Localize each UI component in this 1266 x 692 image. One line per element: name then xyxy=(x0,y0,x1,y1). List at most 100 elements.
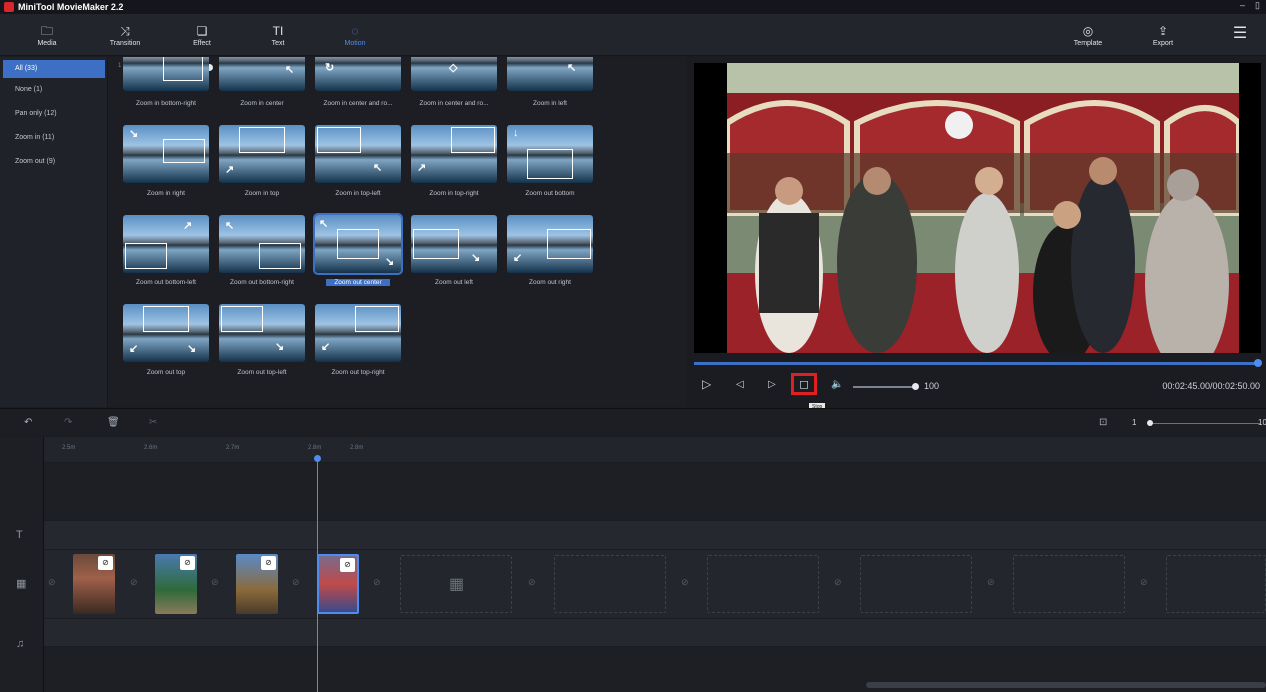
timeline-horizontal-scrollbar[interactable] xyxy=(866,682,1266,688)
minimize-button[interactable]: – xyxy=(1240,0,1245,11)
motion-thumb[interactable]: ↗ xyxy=(411,125,497,183)
motion-label: Zoom in top-left xyxy=(335,190,381,197)
empty-clip-slot[interactable]: ▦ xyxy=(400,555,512,613)
category-pan-only[interactable]: Pan only (12) xyxy=(0,102,107,126)
motion-thumb[interactable]: ↗ xyxy=(123,215,209,273)
empty-clip-slot[interactable] xyxy=(860,555,972,613)
motion-label: Zoom out right xyxy=(529,279,571,286)
video-clip[interactable]: ⊘ xyxy=(155,554,197,614)
motion-label: Zoom out top-left xyxy=(237,369,287,376)
progress-knob[interactable] xyxy=(1254,359,1262,367)
empty-clip-slot[interactable] xyxy=(554,555,666,613)
timeline-zoom-max: 10 xyxy=(1258,418,1266,427)
motion-label: Zoom out bottom-right xyxy=(230,279,294,286)
transition-slot-icon[interactable]: ⊘ xyxy=(373,577,381,588)
transition-slot-icon[interactable]: ⊘ xyxy=(987,577,995,588)
tab-motion-label: Motion xyxy=(344,39,366,47)
motion-thumb[interactable]: ↘ xyxy=(219,304,305,362)
motion-thumb[interactable]: ↘ xyxy=(123,125,209,183)
motion-thumb[interactable]: ↙ xyxy=(507,215,593,273)
motion-label: Zoom out top xyxy=(146,369,186,376)
transition-slot-icon[interactable]: ⊘ xyxy=(834,577,842,588)
motion-label-selected: Zoom out center xyxy=(326,279,390,286)
play-button[interactable]: ▷ xyxy=(702,377,711,391)
motion-thumb[interactable]: ↖ xyxy=(219,57,305,91)
transition-slot-icon[interactable]: ⊘ xyxy=(528,577,536,588)
motion-thumb[interactable]: ↘ xyxy=(411,215,497,273)
motion-badge-icon: ⊘ xyxy=(340,558,355,572)
tab-media[interactable]: 🗀 Media xyxy=(17,14,77,56)
transition-slot-icon[interactable]: ⊘ xyxy=(292,577,300,588)
motion-thumb[interactable]: ↗ xyxy=(219,125,305,183)
previous-frame-button[interactable]: ◁ xyxy=(736,379,744,390)
delete-icon[interactable]: 🗑 xyxy=(107,417,120,428)
redo-icon[interactable]: ↷ xyxy=(64,417,72,428)
transition-slot-icon[interactable]: ⊘ xyxy=(130,577,138,588)
category-zoom-out[interactable]: Zoom out (9) xyxy=(0,150,107,174)
transition-slot-icon[interactable]: ⊘ xyxy=(48,577,56,588)
video-preview[interactable] xyxy=(694,63,1261,353)
motion-thumb[interactable]: ↙ ↘ xyxy=(123,304,209,362)
video-clip[interactable]: ⊘ xyxy=(73,554,115,614)
timeline-ruler[interactable]: 2.5m 2.6m 2.7m 2.8m 2.8m xyxy=(44,437,1266,462)
export-button[interactable]: ⇪ Export xyxy=(1133,14,1193,56)
motion-thumb[interactable]: ↙ xyxy=(315,304,401,362)
motion-thumb[interactable]: ↻ xyxy=(315,57,401,91)
motion-badge-icon: ⊘ xyxy=(98,556,113,570)
text-track[interactable] xyxy=(44,521,1266,549)
motion-label: Zoom in center and ro... xyxy=(323,100,393,107)
volume-slider[interactable] xyxy=(853,386,913,388)
motion-thumb-selected[interactable]: ↖ ↘ xyxy=(313,213,403,275)
empty-clip-slot[interactable] xyxy=(1166,555,1266,613)
tab-transition-label: Transition xyxy=(109,39,141,47)
motion-thumb[interactable]: ◇ xyxy=(411,57,497,91)
maximize-button[interactable]: ▯ xyxy=(1255,0,1260,11)
motion-thumb[interactable]: ↖ xyxy=(219,215,305,273)
motion-label: Zoom in left xyxy=(533,100,567,107)
motion-thumb[interactable]: ↓ xyxy=(507,125,593,183)
tab-effect[interactable]: ❏ Effect xyxy=(172,14,232,56)
next-frame-button[interactable]: ▷ xyxy=(768,379,776,390)
transition-slot-icon[interactable]: ⊘ xyxy=(681,577,689,588)
menu-button[interactable]: ☰ xyxy=(1210,14,1266,56)
export-label: Export xyxy=(1152,39,1174,47)
timeline-playhead[interactable] xyxy=(314,455,321,692)
timeline-zoom-slider[interactable] xyxy=(1150,423,1260,424)
undo-icon[interactable]: ↶ xyxy=(24,417,32,428)
video-clip[interactable]: ⊘ xyxy=(236,554,278,614)
empty-clip-slot[interactable] xyxy=(707,555,819,613)
video-clip-selected[interactable]: ⊘ xyxy=(317,554,359,614)
folder-icon: 🗀 xyxy=(40,23,53,38)
empty-clip-slot[interactable] xyxy=(1013,555,1125,613)
motion-thumb[interactable]: ↖ xyxy=(315,125,401,183)
motion-label: Zoom in center and ro... xyxy=(419,100,489,107)
tab-transition[interactable]: ⤨ Transition xyxy=(95,14,155,56)
timeline-toolbar: ↶ ↷ 🗑 ✂ ⊡ 1 10 xyxy=(0,408,1266,436)
stop-button-highlight xyxy=(791,373,817,395)
motion-label: Zoom in top xyxy=(244,190,280,197)
split-icon[interactable]: ✂ xyxy=(149,417,157,428)
template-button[interactable]: ◎ Template xyxy=(1058,14,1118,56)
motion-label: Zoom in bottom-right xyxy=(136,100,196,107)
motion-thumb[interactable]: ↖ xyxy=(507,57,593,91)
tab-motion[interactable]: ◌ Motion xyxy=(325,14,385,56)
audio-track[interactable] xyxy=(44,619,1266,646)
slider-min-label: 1 xyxy=(118,63,122,69)
volume-knob[interactable] xyxy=(912,383,919,390)
transition-slot-icon[interactable]: ⊘ xyxy=(211,577,219,588)
motion-thumb[interactable] xyxy=(123,57,209,91)
text-track-icon: T xyxy=(16,529,23,541)
tab-text[interactable]: TI Text xyxy=(248,14,308,56)
category-none[interactable]: None (1) xyxy=(0,78,107,102)
playback-progress-bar[interactable] xyxy=(694,359,1262,367)
volume-icon[interactable]: 🔈 xyxy=(831,379,843,390)
category-list: All (33) None (1) Pan only (12) Zoom in … xyxy=(0,57,108,407)
preview-frame-image xyxy=(727,63,1239,353)
tab-effect-label: Effect xyxy=(193,39,211,47)
category-all[interactable]: All (33) xyxy=(3,60,105,78)
category-zoom-in[interactable]: Zoom in (11) xyxy=(0,126,107,150)
transition-icon: ⤨ xyxy=(120,23,130,38)
transition-slot-icon[interactable]: ⊘ xyxy=(1140,577,1148,588)
timeline-zoom-knob[interactable] xyxy=(1147,420,1153,426)
fit-timeline-icon[interactable]: ⊡ xyxy=(1099,417,1107,428)
